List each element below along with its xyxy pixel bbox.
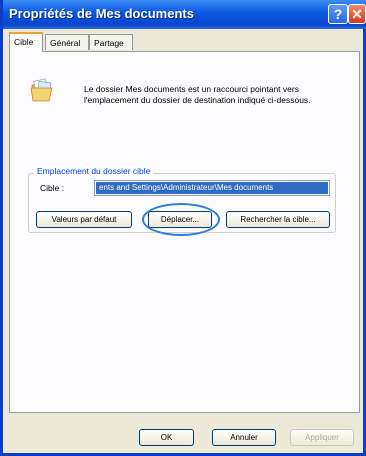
folder-description: Le dossier Mes documents est un raccourc… xyxy=(84,84,311,105)
close-button[interactable]: ✕ xyxy=(348,4,366,24)
tab-general[interactable]: Général xyxy=(45,34,89,50)
title-bar[interactable]: Propriétés de Mes documents ? ✕ xyxy=(3,0,366,29)
default-values-button[interactable]: Valeurs par défaut xyxy=(36,211,132,228)
cancel-button[interactable]: Annuler xyxy=(212,429,276,446)
window-title: Propriétés de Mes documents xyxy=(9,6,194,21)
target-path-input[interactable]: ents and Settings\Administrateur\Mes doc… xyxy=(94,180,330,196)
find-target-button[interactable]: Rechercher la cible... xyxy=(226,211,330,228)
folder-documents-icon xyxy=(30,78,53,102)
annotation-circle xyxy=(142,203,220,236)
ok-button[interactable]: OK xyxy=(139,429,194,446)
tab-cible[interactable]: Cible xyxy=(9,32,43,52)
tab-partage[interactable]: Partage xyxy=(89,34,133,50)
target-path-value: ents and Settings\Administrateur\Mes doc… xyxy=(96,182,328,194)
apply-button: Appliquer xyxy=(290,429,354,446)
target-label: Cible : xyxy=(40,183,65,193)
help-button[interactable]: ? xyxy=(328,4,348,24)
group-title: Emplacement du dossier cible xyxy=(34,166,154,176)
